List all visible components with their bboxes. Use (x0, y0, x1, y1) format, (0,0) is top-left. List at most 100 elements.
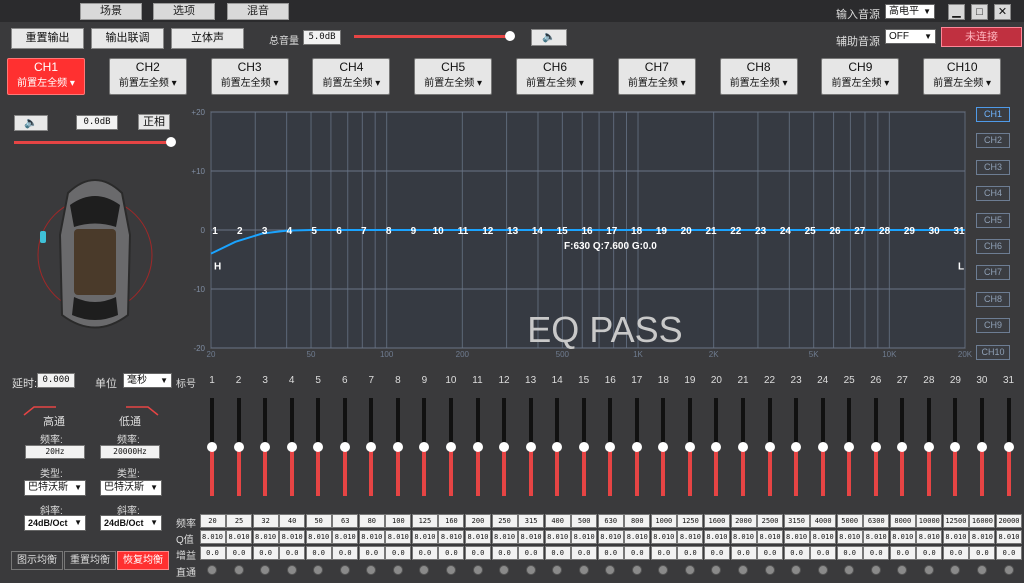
band-q-input[interactable]: 8.010 (916, 530, 943, 544)
chart-tab-9[interactable]: CH9 (976, 318, 1010, 334)
band-gain-knob[interactable] (339, 442, 350, 452)
band-gain-knob[interactable] (313, 442, 324, 452)
band-gain-input[interactable]: 0.0 (438, 546, 465, 560)
close-button[interactable]: ✕ (994, 4, 1011, 20)
band-gain-input[interactable]: 0.0 (226, 546, 253, 560)
channel-button-10[interactable]: CH10 前置左全频 ▾ (923, 58, 1002, 95)
channel-button-7[interactable]: CH7 前置左全频 ▾ (617, 58, 696, 95)
band-bypass-radio[interactable] (419, 565, 430, 575)
band-gain-input[interactable]: 0.0 (571, 546, 598, 560)
band-gain-input[interactable]: 0.0 (305, 546, 332, 560)
band-freq-input[interactable]: 16000 (969, 514, 996, 528)
band-freq-input[interactable]: 125 (411, 514, 438, 528)
band-bypass-radio[interactable] (366, 565, 377, 575)
band-q-input[interactable]: 8.010 (518, 530, 545, 544)
band-q-input[interactable]: 8.010 (252, 530, 279, 544)
band-freq-input[interactable]: 630 (597, 514, 624, 528)
band-gain-input[interactable]: 0.0 (385, 546, 412, 560)
band-q-input[interactable]: 8.010 (571, 530, 598, 544)
band-bypass-radio[interactable] (260, 565, 271, 575)
low-pass-type-select[interactable]: 巴特沃斯 ▼ (100, 480, 162, 496)
band-bypass-radio[interactable] (339, 565, 350, 575)
band-gain-knob[interactable] (207, 442, 217, 452)
band-gain-knob[interactable] (525, 442, 536, 452)
band-freq-input[interactable]: 50 (305, 514, 332, 528)
connect-button[interactable]: 未连接 (941, 27, 1022, 47)
band-freq-input[interactable]: 1000 (650, 514, 677, 528)
chart-tab-8[interactable]: CH8 (976, 291, 1010, 307)
band-gain-knob[interactable] (738, 442, 748, 452)
chart-tab-7[interactable]: CH7 (976, 265, 1010, 281)
band-q-input[interactable]: 8.010 (942, 530, 969, 544)
band-gain-knob[interactable] (445, 442, 456, 452)
band-gain-knob[interactable] (260, 442, 271, 452)
band-bypass-radio[interactable] (578, 565, 589, 575)
menu-scene[interactable]: 场景 (80, 3, 142, 20)
band-q-input[interactable]: 8.010 (465, 530, 491, 544)
band-freq-input[interactable]: 400 (544, 514, 571, 528)
band-bypass-radio[interactable] (684, 565, 695, 575)
chart-tab-3[interactable]: CH3 (976, 159, 1010, 175)
band-freq-input[interactable]: 25 (226, 514, 253, 528)
band-q-input[interactable]: 8.010 (836, 530, 863, 544)
band-freq-input[interactable]: 3150 (783, 514, 810, 528)
band-q-input[interactable]: 8.010 (332, 530, 359, 544)
band-bypass-radio[interactable] (605, 565, 616, 575)
band-gain-knob[interactable] (658, 442, 669, 452)
channel-button-9[interactable]: CH9 前置左全频 ▾ (821, 58, 900, 95)
stereo-button[interactable]: 立体声 (171, 28, 244, 49)
band-bypass-radio[interactable] (313, 565, 324, 575)
master-volume-knob[interactable] (505, 31, 515, 41)
band-bypass-radio[interactable] (286, 565, 297, 575)
band-bypass-radio[interactable] (950, 565, 961, 575)
channel-button-1[interactable]: CH1 前置左全频 ▾ (7, 58, 85, 95)
band-gain-input[interactable]: 0.0 (783, 546, 810, 560)
restore-eq-button[interactable]: 恢复均衡 (117, 551, 169, 570)
speaker-position-icon[interactable] (40, 231, 46, 243)
band-bypass-radio[interactable] (844, 565, 855, 575)
band-gain-knob[interactable] (976, 442, 987, 452)
band-bypass-radio[interactable] (976, 565, 987, 575)
band-gain-knob[interactable] (552, 442, 563, 452)
channel-position-select[interactable]: 前置左全频 ▾ (721, 75, 797, 92)
band-gain-input[interactable]: 0.0 (889, 546, 916, 560)
channel-button-3[interactable]: CH3 前置左全频 ▾ (210, 58, 289, 95)
band-q-input[interactable]: 8.010 (730, 530, 757, 544)
band-gain-knob[interactable] (605, 442, 616, 452)
graphic-eq-button[interactable]: 图示均衡 (11, 551, 63, 570)
band-q-input[interactable]: 8.010 (703, 530, 730, 544)
band-freq-input[interactable]: 5000 (836, 514, 863, 528)
band-gain-knob[interactable] (923, 442, 934, 452)
chart-tab-2[interactable]: CH2 (976, 133, 1010, 149)
band-q-input[interactable]: 8.010 (624, 530, 651, 544)
band-gain-input[interactable]: 0.0 (491, 546, 518, 560)
band-freq-input[interactable]: 4000 (810, 514, 837, 528)
band-q-input[interactable]: 8.010 (810, 530, 837, 544)
band-gain-input[interactable]: 0.0 (677, 546, 704, 560)
band-bypass-radio[interactable] (897, 565, 908, 575)
channel-button-4[interactable]: CH4 前置左全频 ▾ (312, 58, 391, 95)
band-q-input[interactable]: 8.010 (889, 530, 916, 544)
band-gain-knob[interactable] (764, 442, 775, 452)
phase-button[interactable]: 正相 (138, 114, 170, 130)
band-gain-input[interactable]: 0.0 (465, 546, 491, 560)
chart-tab-4[interactable]: CH4 (976, 186, 1010, 202)
band-gain-input[interactable]: 0.0 (730, 546, 757, 560)
master-volume-value[interactable]: 5.0dB (303, 30, 341, 45)
channel-volume-knob[interactable] (166, 137, 176, 147)
band-gain-input[interactable]: 0.0 (279, 546, 306, 560)
band-bypass-radio[interactable] (870, 565, 881, 575)
chart-tab-1[interactable]: CH1 (976, 107, 1010, 122)
master-mute-button[interactable]: 🔈 (531, 29, 567, 46)
channel-position-select[interactable]: 前置左全频 ▾ (8, 75, 84, 92)
band-gain-knob[interactable] (817, 442, 828, 452)
high-pass-type-select[interactable]: 巴特沃斯 ▼ (24, 480, 86, 496)
band-q-input[interactable]: 8.010 (438, 530, 465, 544)
band-gain-knob[interactable] (233, 442, 244, 452)
band-gain-input[interactable]: 0.0 (358, 546, 385, 560)
band-q-input[interactable]: 8.010 (650, 530, 677, 544)
band-gain-knob[interactable] (844, 442, 855, 452)
band-gain-knob[interactable] (791, 442, 802, 452)
chart-tab-6[interactable]: CH6 (976, 239, 1010, 254)
band-freq-input[interactable]: 80 (358, 514, 385, 528)
